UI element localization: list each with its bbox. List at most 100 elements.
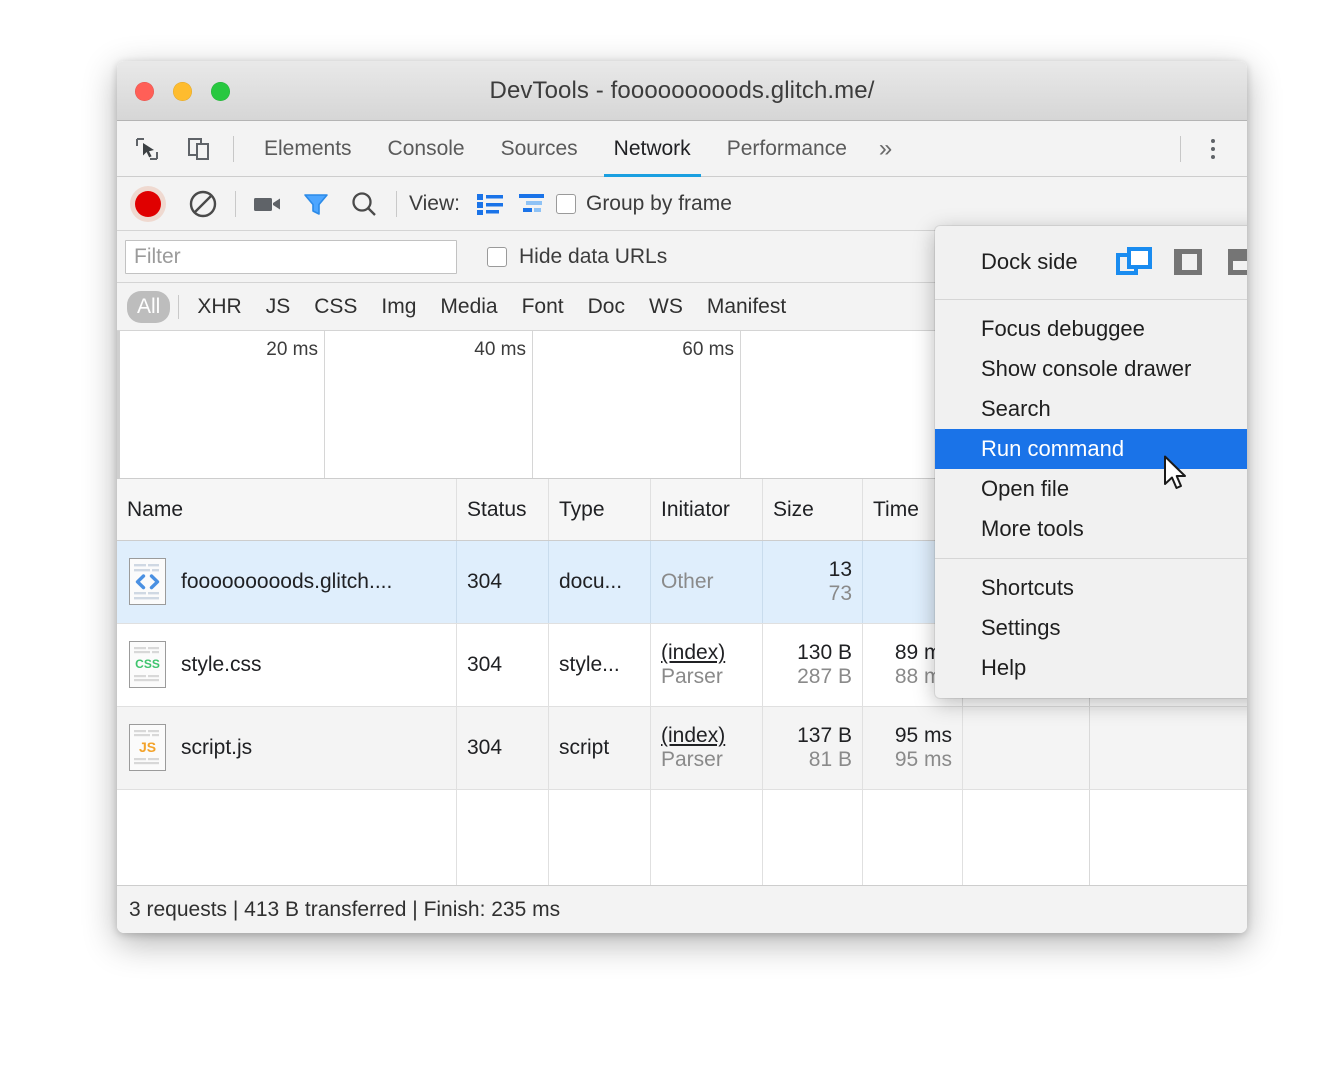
cell-initiator: (index) Parser bbox=[651, 624, 763, 706]
window-titlebar: DevTools - fooooooooods.glitch.me/ bbox=[117, 61, 1247, 121]
toolbar-divider-2 bbox=[396, 191, 397, 217]
tabstrip-right-divider bbox=[1180, 136, 1181, 162]
dock-to-bottom-icon[interactable] bbox=[1224, 247, 1247, 277]
menu-item-label: Focus debuggee bbox=[981, 316, 1247, 342]
cell-type: style... bbox=[549, 624, 651, 706]
menu-item-label: More tools bbox=[981, 516, 1247, 542]
type-filter-doc[interactable]: Doc bbox=[578, 291, 635, 323]
menu-item-label: Search bbox=[981, 396, 1247, 422]
column-header-status[interactable]: Status bbox=[457, 479, 549, 540]
column-header-name[interactable]: Name bbox=[117, 479, 457, 540]
type-filter-css[interactable]: CSS bbox=[304, 291, 367, 323]
initiator-type: Parser bbox=[661, 748, 752, 772]
tab-network[interactable]: Network bbox=[596, 121, 709, 177]
js-file-icon: JS bbox=[127, 722, 169, 774]
menu-item-shortcuts[interactable]: Shortcuts bbox=[935, 568, 1247, 608]
inspect-element-icon[interactable] bbox=[125, 129, 169, 169]
svg-text:CSS: CSS bbox=[135, 657, 160, 671]
network-toolbar: View: Group by frame bbox=[117, 177, 1247, 231]
devtools-main-menu: Dock side bbox=[935, 226, 1247, 698]
column-header-initiator[interactable]: Initiator bbox=[651, 479, 763, 540]
type-filter-font[interactable]: Font bbox=[512, 291, 574, 323]
kebab-menu-icon[interactable] bbox=[1199, 135, 1227, 163]
menu-item-focus-debuggee[interactable]: Focus debuggee bbox=[935, 309, 1247, 349]
cell-initiator: Other bbox=[651, 541, 763, 623]
hide-data-urls-label: Hide data URLs bbox=[519, 245, 667, 269]
list-view-icon[interactable] bbox=[470, 193, 510, 215]
size-transferred: 73 bbox=[773, 582, 852, 606]
type-filter-manifest[interactable]: Manifest bbox=[697, 291, 796, 323]
cell-name: CSS style.css bbox=[117, 624, 457, 706]
request-name: fooooooooods.glitch.... bbox=[181, 570, 392, 594]
menu-item-open-file[interactable]: Open file ⌘ P bbox=[935, 469, 1247, 509]
type-filter-js[interactable]: JS bbox=[256, 291, 301, 323]
group-by-frame-checkbox[interactable] bbox=[556, 194, 576, 214]
menu-item-help[interactable]: Help ▶ bbox=[935, 648, 1247, 688]
cell-time: 95 ms 95 ms bbox=[863, 707, 963, 789]
cell-size: 130 B 287 B bbox=[763, 624, 863, 706]
waterfall-view-icon[interactable] bbox=[510, 193, 556, 215]
column-header-size[interactable]: Size bbox=[763, 479, 863, 540]
device-toolbar-icon[interactable] bbox=[177, 129, 221, 169]
status-summary: 3 requests | 413 B transferred | Finish:… bbox=[129, 898, 560, 922]
type-filter-img[interactable]: Img bbox=[371, 291, 426, 323]
size-value: 13 bbox=[773, 558, 852, 582]
column-header-type[interactable]: Type bbox=[549, 479, 651, 540]
menu-item-show-console-drawer[interactable]: Show console drawer Esc bbox=[935, 349, 1247, 389]
more-tabs-chevron-icon[interactable]: » bbox=[865, 121, 906, 177]
clear-button[interactable] bbox=[179, 189, 227, 219]
dock-side-row: Dock side bbox=[935, 234, 1247, 290]
cell-status: 304 bbox=[457, 624, 549, 706]
size-value: 130 B bbox=[773, 641, 852, 665]
type-filter-divider bbox=[178, 295, 179, 319]
type-filter-all[interactable]: All bbox=[127, 291, 170, 323]
tab-console[interactable]: Console bbox=[370, 121, 483, 177]
overview-tick-40ms: 40 ms bbox=[325, 331, 533, 478]
tab-elements[interactable]: Elements bbox=[246, 121, 370, 177]
menu-item-settings[interactable]: Settings F1 bbox=[935, 608, 1247, 648]
cell-waterfall bbox=[963, 707, 1247, 789]
menu-item-run-command[interactable]: Run command ⌘ ⇧ P bbox=[935, 429, 1247, 469]
cell-type: docu... bbox=[549, 541, 651, 623]
table-row[interactable]: JS script.js 304 script (index) Parser 1… bbox=[117, 707, 1247, 790]
initiator-link[interactable]: (index) bbox=[661, 641, 752, 665]
type-filter-xhr[interactable]: XHR bbox=[187, 291, 251, 323]
initiator-value: Other bbox=[661, 570, 714, 594]
devtools-window: DevTools - fooooooooods.glitch.me/ Eleme… bbox=[117, 61, 1247, 933]
dock-side-label: Dock side bbox=[981, 249, 1078, 275]
request-name: style.css bbox=[181, 653, 262, 677]
filter-icon[interactable] bbox=[292, 189, 340, 219]
tab-sources[interactable]: Sources bbox=[483, 121, 596, 177]
search-icon[interactable] bbox=[340, 189, 388, 219]
type-filter-ws[interactable]: WS bbox=[639, 291, 693, 323]
overview-tick-20ms: 20 ms bbox=[117, 331, 325, 478]
menu-item-label: Shortcuts bbox=[981, 575, 1247, 601]
record-button[interactable] bbox=[135, 191, 161, 217]
hide-data-urls-checkbox[interactable] bbox=[487, 247, 507, 267]
cell-type: script bbox=[549, 707, 651, 789]
menu-item-more-tools[interactable]: More tools ▶ bbox=[935, 509, 1247, 549]
svg-text:JS: JS bbox=[139, 739, 156, 755]
request-name: script.js bbox=[181, 736, 252, 760]
initiator-type: Parser bbox=[661, 665, 752, 689]
cell-initiator: (index) Parser bbox=[651, 707, 763, 789]
css-file-icon: CSS bbox=[127, 639, 169, 691]
size-transferred: 287 B bbox=[773, 665, 852, 689]
document-file-icon bbox=[127, 556, 169, 608]
initiator-link[interactable]: (index) bbox=[661, 724, 752, 748]
cell-name: JS script.js bbox=[117, 707, 457, 789]
waterfall-gridline bbox=[1089, 707, 1090, 789]
menu-item-search[interactable]: Search ⌘ ⌥ F bbox=[935, 389, 1247, 429]
undock-into-separate-window-icon[interactable] bbox=[1116, 247, 1152, 277]
cell-size: 137 B 81 B bbox=[763, 707, 863, 789]
mouse-cursor bbox=[1163, 455, 1189, 498]
cell-status: 304 bbox=[457, 707, 549, 789]
tab-performance[interactable]: Performance bbox=[709, 121, 865, 177]
time-value: 95 ms bbox=[873, 724, 952, 748]
filter-input[interactable] bbox=[125, 240, 457, 274]
dock-to-left-icon[interactable] bbox=[1170, 247, 1206, 277]
camera-icon[interactable] bbox=[244, 193, 292, 215]
size-transferred: 81 B bbox=[773, 748, 852, 772]
menu-item-label: Show console drawer bbox=[981, 356, 1247, 382]
type-filter-media[interactable]: Media bbox=[430, 291, 507, 323]
